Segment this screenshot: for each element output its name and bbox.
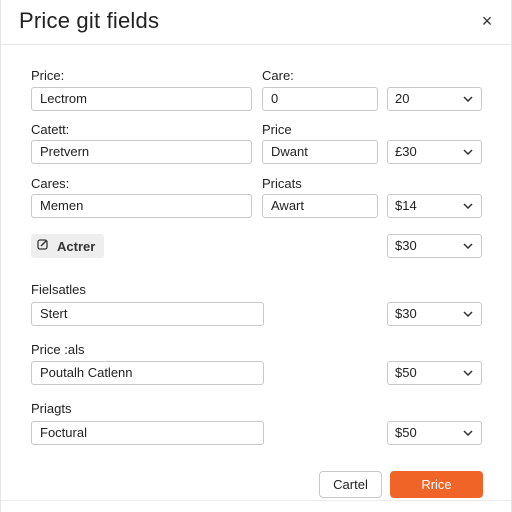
chevron-down-icon	[462, 141, 474, 163]
text-field[interactable]: Lectrom	[31, 87, 252, 111]
field-label: Price :als	[31, 342, 85, 357]
value-select[interactable]: $30	[387, 302, 482, 326]
dialog-header: Price git fields ×	[1, 0, 512, 45]
text-field[interactable]: Awart	[262, 194, 378, 218]
chevron-down-icon	[462, 362, 474, 384]
action-tag-label: Actrer	[57, 238, 96, 254]
chevron-down-icon	[462, 195, 474, 217]
field-label: Care:	[262, 68, 294, 83]
field-label: Cares:	[31, 176, 70, 191]
text-field[interactable]: Dwant	[262, 140, 378, 164]
value-select[interactable]: £30	[387, 140, 482, 164]
value-select[interactable]: 20	[387, 87, 482, 111]
chevron-down-icon	[462, 88, 474, 110]
select-value: $14	[395, 198, 417, 213]
value-select[interactable]: $50	[387, 421, 482, 445]
chevron-down-icon	[462, 422, 474, 444]
select-value: £30	[395, 144, 417, 159]
submit-button[interactable]: Rrice	[390, 471, 483, 498]
value-select[interactable]: $14	[387, 194, 482, 218]
field-label: Priagts	[31, 401, 72, 416]
field-label: Price	[262, 122, 292, 137]
dialog-title: Price git fields	[19, 8, 160, 33]
select-value: $50	[395, 425, 417, 440]
field-label: Pricats	[262, 176, 302, 191]
chevron-down-icon	[462, 235, 474, 257]
text-field[interactable]: 0	[262, 87, 378, 111]
value-select[interactable]: $50	[387, 361, 482, 385]
select-value: $50	[395, 365, 417, 380]
field-label: Fielsatles	[31, 282, 86, 297]
footer-divider	[1, 500, 512, 501]
cancel-button[interactable]: Cartel	[319, 471, 382, 498]
edit-icon	[37, 237, 49, 255]
field-label: Price:	[31, 68, 65, 83]
value-select[interactable]: $30	[387, 234, 482, 258]
select-value: $30	[395, 238, 417, 253]
select-value: 20	[395, 91, 410, 106]
price-fields-dialog: Price git fields × Price: Lectrom Care: …	[0, 0, 512, 512]
field-label: Catett:	[31, 122, 70, 137]
text-field[interactable]: Stert	[31, 302, 264, 326]
chevron-down-icon	[462, 303, 474, 325]
action-tag-button[interactable]: Actrer	[31, 234, 104, 258]
text-field[interactable]: Foctural	[31, 421, 264, 445]
close-icon[interactable]: ×	[477, 11, 497, 31]
text-field[interactable]: Poutalh Catlenn	[31, 361, 264, 385]
select-value: $30	[395, 306, 417, 321]
text-field[interactable]: Memen	[31, 194, 252, 218]
text-field[interactable]: Pretvern	[31, 140, 252, 164]
